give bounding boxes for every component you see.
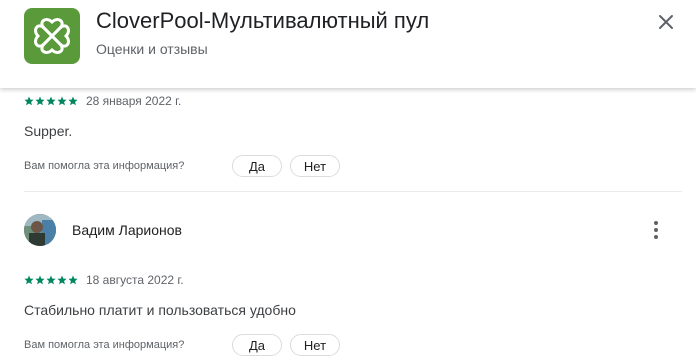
helpful-question: Вам помогла эта информация? — [24, 160, 185, 172]
helpful-yes-button[interactable]: Да — [232, 334, 282, 356]
app-logo-icon — [24, 8, 80, 64]
star-rating — [24, 96, 78, 106]
app-header: CloverPool-Мультивалютный пул Оценки и о… — [0, 0, 696, 88]
app-title: CloverPool-Мультивалютный пул — [96, 8, 430, 33]
helpful-prompt: Вам помогла эта информация? Да Нет — [24, 155, 672, 177]
star-icon — [68, 275, 78, 285]
star-rating — [24, 275, 78, 285]
star-icon — [24, 96, 34, 106]
more-dot — [654, 221, 658, 225]
star-icon — [24, 275, 34, 285]
helpful-question: Вам помогла эта информация? — [24, 339, 185, 351]
rating-row: 18 августа 2022 г. — [24, 272, 672, 288]
divider — [24, 191, 682, 192]
star-icon — [46, 96, 56, 106]
review-author: Вадим Ларионов — [24, 214, 182, 246]
review-date: 18 августа 2022 г. — [86, 273, 184, 287]
more-dot — [654, 235, 658, 239]
star-icon — [57, 96, 67, 106]
helpful-no-button[interactable]: Нет — [290, 334, 340, 356]
page-subtitle: Оценки и отзывы — [96, 41, 208, 57]
author-name: Вадим Ларионов — [72, 222, 182, 238]
more-options-icon[interactable] — [646, 218, 666, 242]
star-icon — [35, 275, 45, 285]
review-text: Supper. — [24, 123, 73, 139]
helpful-yes-button[interactable]: Да — [232, 155, 282, 177]
star-icon — [35, 96, 45, 106]
rating-row: 28 января 2022 г. — [24, 93, 672, 109]
helpful-no-button[interactable]: Нет — [290, 155, 340, 177]
review-date: 28 января 2022 г. — [86, 94, 182, 108]
avatar — [24, 214, 56, 246]
review-card: 28 января 2022 г. Supper. Вам помогла эт… — [24, 93, 672, 177]
star-icon — [57, 275, 67, 285]
star-icon — [46, 275, 56, 285]
review-text: Стабильно платит и пользоваться удобно — [24, 302, 296, 318]
star-icon — [68, 96, 78, 106]
helpful-prompt: Вам помогла эта информация? Да Нет — [24, 334, 672, 356]
review-card: 18 августа 2022 г. Стабильно платит и по… — [24, 272, 672, 356]
more-dot — [654, 228, 658, 232]
close-icon[interactable] — [652, 8, 680, 36]
